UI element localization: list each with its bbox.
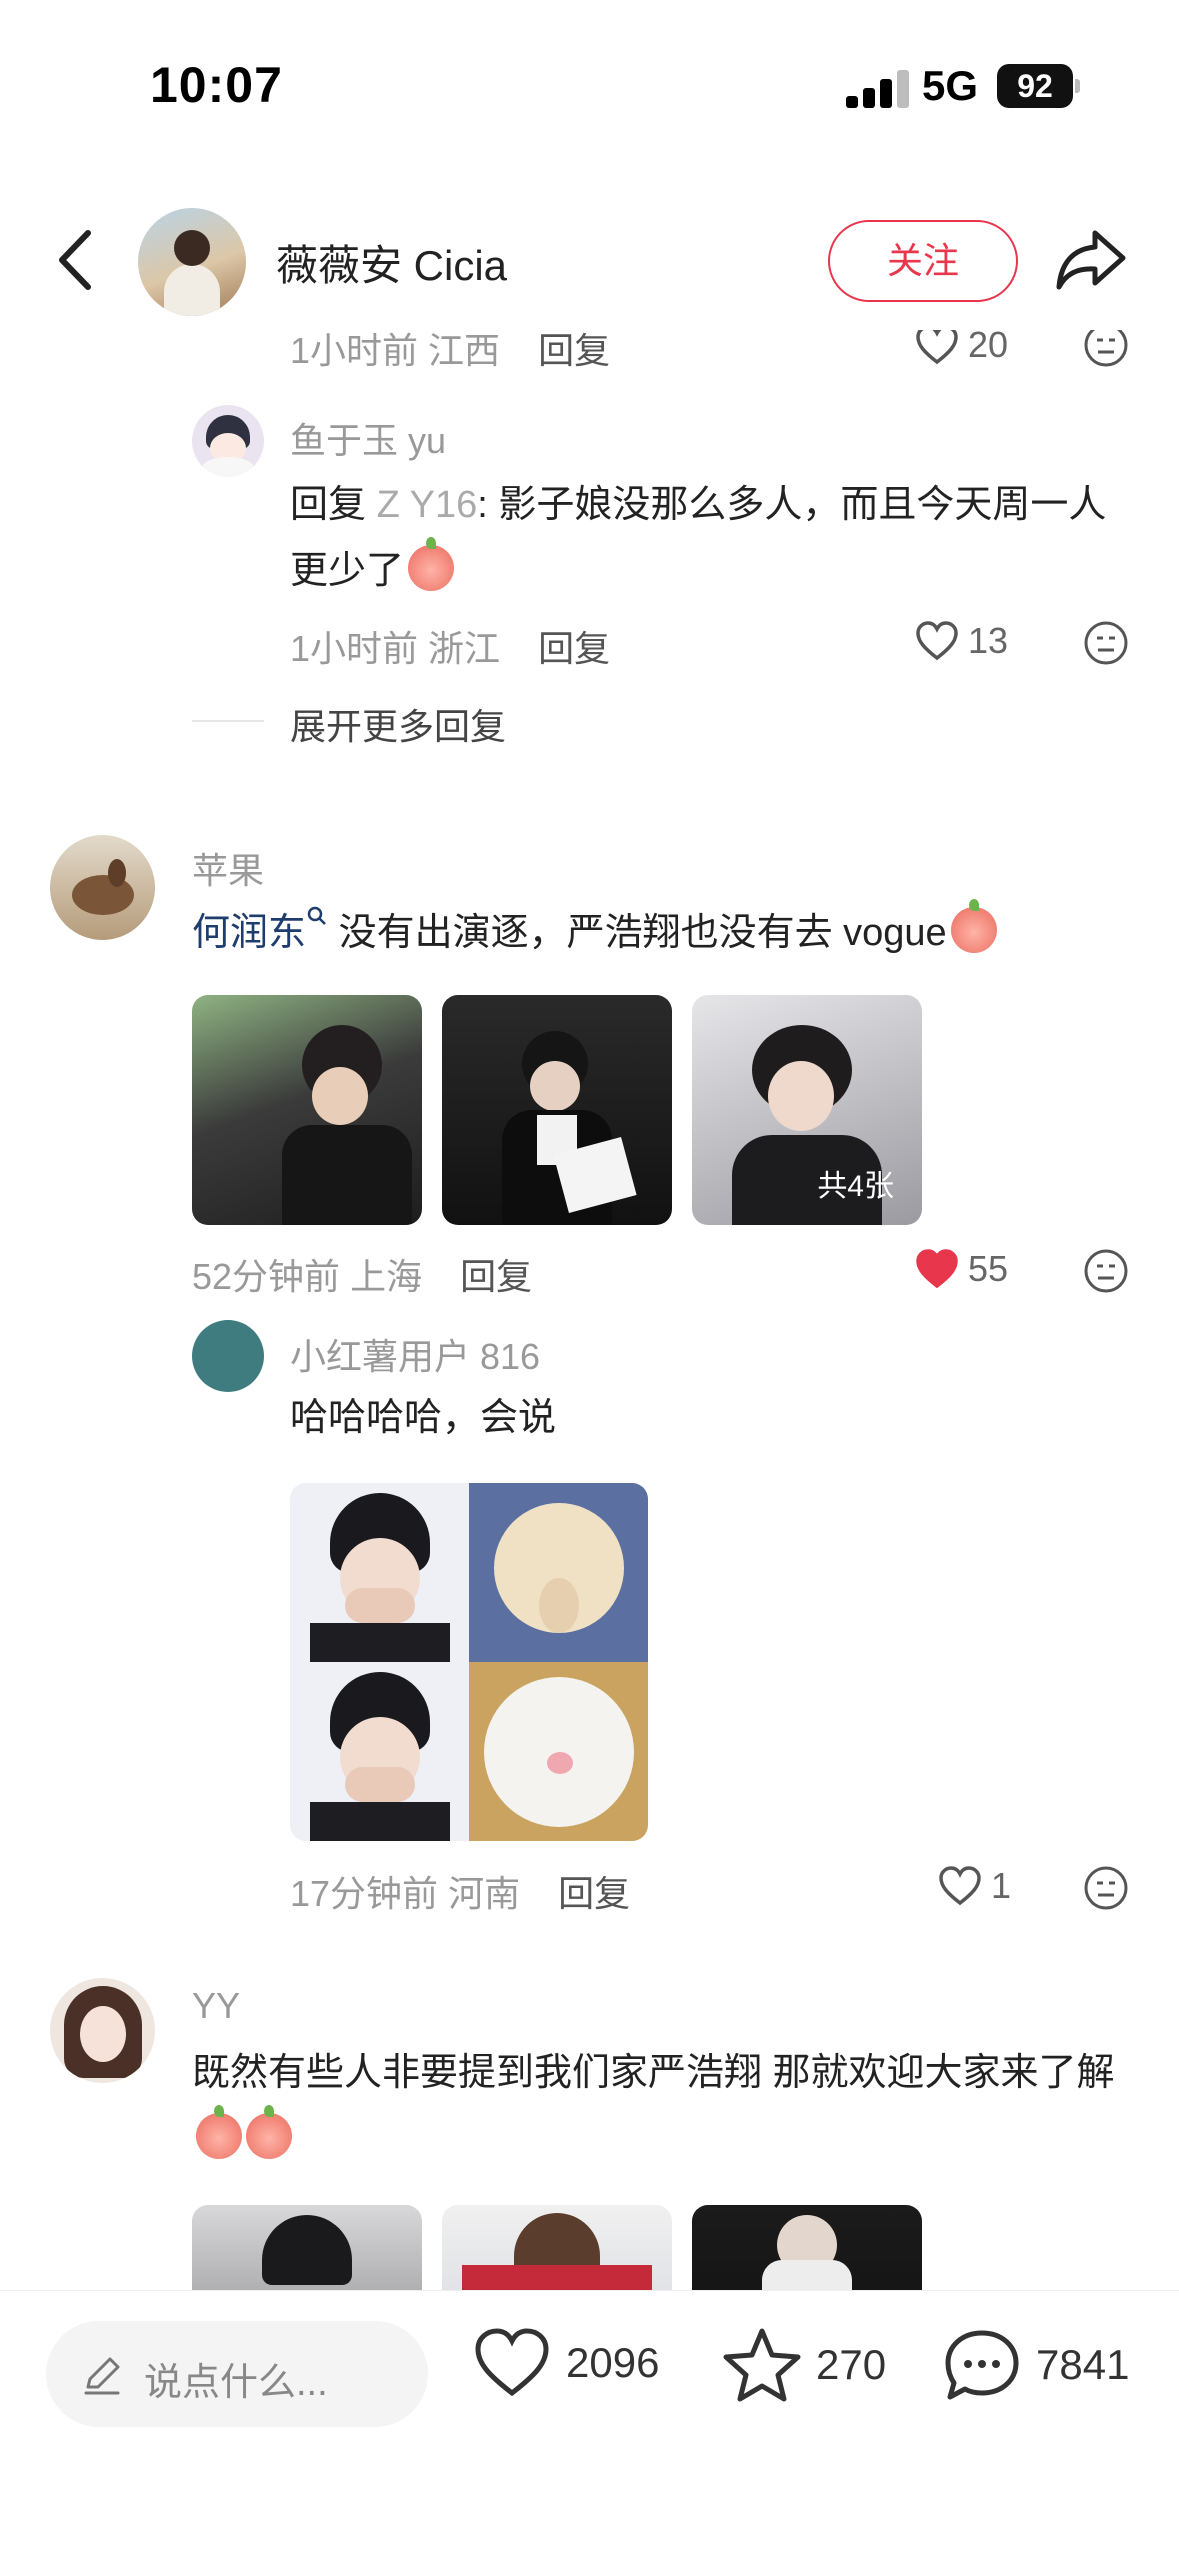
dislike-face-icon[interactable] (1083, 620, 1129, 666)
like-button[interactable]: 20 (914, 330, 1008, 366)
comment-images[interactable] (192, 2205, 922, 2290)
heart-icon (475, 2328, 549, 2397)
comment-image[interactable] (192, 995, 422, 1225)
dislike-face-icon[interactable] (1083, 1248, 1129, 1294)
avatar[interactable] (50, 1978, 155, 2083)
avatar[interactable] (192, 1320, 264, 1392)
like-button[interactable]: 1 (937, 1865, 1011, 1907)
comment-images[interactable]: 共4张 (192, 995, 922, 1225)
like-button[interactable]: 13 (914, 620, 1008, 662)
battery-tip (1075, 79, 1080, 93)
post-favorite-count: 270 (816, 2341, 887, 2388)
status-bar: 10:07 5G 92 (0, 0, 1179, 170)
post-comment-count: 7841 (1036, 2341, 1130, 2388)
share-icon[interactable] (1055, 227, 1127, 293)
expand-more-replies[interactable]: 展开更多回复 (290, 698, 506, 750)
heart-icon (916, 330, 958, 365)
comment-text: 既然有些人非要提到我们家严浩翔 那就欢迎大家来了解 (192, 2040, 1132, 2172)
comment-post-button[interactable]: 7841 (942, 2327, 1129, 2403)
reply-button[interactable]: 回复 (538, 330, 610, 371)
comment-bubble-icon (945, 2330, 1019, 2400)
bottom-bar: 说点什么... 2096 270 7841 (0, 2290, 1179, 2556)
search-icon (307, 906, 326, 925)
comments-list[interactable]: 1小时前 江西 回复 20 鱼于玉 yu 回复 Z Y16: 影子娘没那么多人，… (0, 330, 1179, 2290)
comment-meta: 1小时前 江西 回复 (290, 330, 611, 371)
comment-input-placeholder: 说点什么... (144, 2362, 328, 2404)
like-button[interactable]: 55 (914, 1248, 1008, 1290)
battery-icon: 92 (997, 64, 1073, 108)
comment-meta: 1小时前 浙江 回复 (290, 628, 611, 669)
image-count-badge: 共4张 (817, 1170, 894, 1203)
status-time: 10:07 (150, 57, 283, 113)
comment-meta: 52分钟前 上海 回复 (192, 1256, 533, 1297)
peach-emoji-icon (408, 537, 455, 591)
expand-divider (192, 720, 264, 722)
pen-icon (84, 2357, 120, 2395)
angry-peach-emoji-icon (196, 2105, 242, 2159)
reply-button[interactable]: 回复 (538, 628, 610, 669)
follow-button[interactable]: 关注 (828, 220, 1018, 302)
favorite-post-button[interactable]: 270 (722, 2327, 886, 2403)
mention[interactable]: Z Y16 (377, 484, 478, 526)
heart-icon (916, 1249, 958, 1289)
angry-peach-emoji-icon (246, 2105, 292, 2159)
comment-image[interactable] (442, 995, 672, 1225)
commenter-name[interactable]: YY (192, 1985, 240, 2027)
network-label: 5G (922, 62, 979, 109)
like-post-button[interactable]: 2096 (472, 2327, 659, 2399)
commenter-name[interactable]: 苹果 (192, 842, 264, 894)
mention[interactable]: 何润东 (192, 912, 306, 954)
reply-button[interactable]: 回复 (558, 1873, 630, 1914)
signal-icon (846, 68, 910, 108)
star-icon (723, 2328, 801, 2402)
avatar[interactable] (192, 405, 264, 477)
heart-icon (939, 1866, 981, 1906)
post-like-count: 2096 (566, 2339, 660, 2386)
comment-text: 何润东 没有出演逐，严浩翔也没有去 vogue (192, 899, 1132, 966)
back-icon[interactable] (50, 225, 100, 295)
dislike-face-icon[interactable] (1083, 1865, 1129, 1911)
header: 薇薇安 Cicia 关注 (0, 190, 1179, 330)
comment-text: 回复 Z Y16: 影子娘没那么多人，而且今天周一人更少了 (290, 484, 1107, 592)
commenter-name[interactable]: 鱼于玉 yu (290, 412, 446, 464)
comment-image[interactable] (290, 1483, 648, 1841)
author-avatar[interactable] (138, 208, 246, 316)
comment-input[interactable]: 说点什么... (46, 2321, 428, 2427)
avatar[interactable] (50, 835, 155, 940)
heart-icon (916, 621, 958, 661)
peach-emoji-icon (950, 899, 997, 953)
comment-image[interactable] (442, 2205, 672, 2290)
comment-meta: 17分钟前 河南 回复 (290, 1873, 631, 1914)
comment-image[interactable] (692, 2205, 922, 2290)
dislike-face-icon[interactable] (1083, 330, 1129, 368)
reply-button[interactable]: 回复 (460, 1256, 532, 1297)
comment-image[interactable] (192, 2205, 422, 2290)
comment-text: 哈哈哈哈，会说 (290, 1397, 557, 1439)
comment-image[interactable]: 共4张 (692, 995, 922, 1225)
author-name[interactable]: 薇薇安 Cicia (276, 232, 507, 293)
commenter-name[interactable]: 小红薯用户 816 (290, 1328, 540, 1380)
